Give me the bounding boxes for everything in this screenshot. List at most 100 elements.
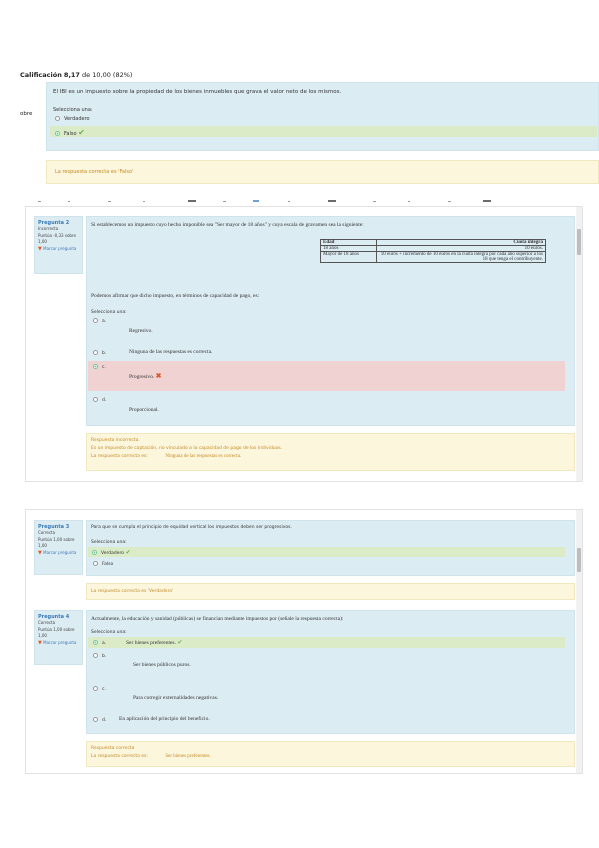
flag-icon: ▼	[38, 549, 42, 556]
option-verdadero[interactable]: Verdadero	[55, 116, 90, 122]
radio-icon[interactable]	[93, 686, 98, 691]
feedback-text: La respuesta correcta es 'Falso'	[55, 169, 134, 175]
option-b[interactable]: b.	[93, 653, 106, 659]
flag-icon: ▼	[38, 639, 42, 646]
option-a-radio-row: a.	[93, 640, 106, 646]
feedback-answer-label: La respuesta correcta es:	[91, 454, 148, 459]
option-c[interactable]: c. Progresivo. ✖	[88, 361, 565, 391]
flag-question-link[interactable]: ▼ Marcar pregunta	[38, 640, 79, 647]
option-letter: c.	[102, 687, 106, 692]
question-3-text: Para que se cumpla el principio de equid…	[91, 525, 292, 530]
flag-label: Marcar pregunta	[43, 245, 77, 251]
option-c-text-row: Progresivo. ✖	[129, 372, 161, 380]
option-falso[interactable]: Falso ✔	[50, 126, 597, 137]
option-d-text: En aplicación del principio del benefici…	[119, 716, 210, 722]
option-d[interactable]: d.	[93, 397, 106, 403]
radio-icon[interactable]	[92, 550, 97, 555]
question-1-content: El IBI es un impuesto sobre la propiedad…	[46, 82, 599, 151]
option-b-text: Ninguna de las respuestas es correcta.	[129, 349, 213, 355]
radio-icon[interactable]	[93, 561, 98, 566]
flag-label: Marcar pregunta	[43, 639, 77, 645]
question-2-score: Puntúa -0,33 sobre 1,00	[38, 232, 76, 245]
radio-icon[interactable]	[55, 116, 60, 121]
select-label: Selecciona una:	[53, 107, 93, 113]
grade-value: 8,17	[63, 71, 80, 79]
option-falso[interactable]: Falso	[93, 561, 113, 567]
question-1-feedback: La respuesta correcta es 'Falso'	[46, 160, 599, 184]
screenshot-question-2: Pregunta 2 Incorrecta Puntúa -0,33 sobre…	[25, 206, 583, 482]
option-letter: b.	[102, 351, 107, 356]
table-row: Mayor de 18 años 10 euros + incremento d…	[320, 251, 546, 263]
select-label: Selecciona una:	[91, 540, 127, 545]
question-3-info: Pregunta 3 Correcta Puntúa 1,00 sobre 1,…	[34, 520, 83, 575]
option-c-text: Progresivo.	[129, 374, 155, 380]
flag-question-link[interactable]: ▼ Marcar pregunta	[38, 550, 79, 557]
option-letter: b.	[102, 654, 107, 659]
scrollbar[interactable]	[576, 207, 582, 481]
scrollbar-thumb[interactable]	[577, 548, 581, 572]
question-4-feedback: Respuesta correcta La respuesta correcta…	[86, 741, 575, 767]
option-letter: d.	[102, 398, 107, 403]
feedback-text: La respuesta correcta es 'Verdadero'	[91, 589, 174, 594]
feedback-line-2: Es un impuesto de captación, no vinculad…	[91, 446, 283, 451]
radio-icon[interactable]	[93, 350, 98, 355]
cropped-toolbar-strip	[38, 200, 491, 202]
check-icon: ✔	[78, 128, 85, 137]
feedback-answer-label: La respuesta correcta es:	[91, 754, 148, 759]
flag-icon: ▼	[38, 245, 42, 252]
question-4-content: Actualmente, la educación y sanidad (púb…	[86, 610, 575, 734]
option-letter: a.	[102, 319, 107, 324]
option-a[interactable]: a.	[93, 318, 106, 324]
option-a[interactable]: a. Ser bienes preferentes. ✔	[88, 637, 565, 648]
check-icon: ✔	[125, 549, 131, 556]
question-3-content: Para que se cumpla el principio de equid…	[86, 520, 575, 576]
option-label: Verdadero	[101, 551, 125, 556]
question-2-info: Pregunta 2 Incorrecta Puntúa -0,33 sobre…	[34, 216, 83, 274]
question-3-score: Puntúa 1,00 sobre 1,00	[38, 536, 75, 549]
select-label: Selecciona una:	[91, 310, 127, 315]
option-b-text: Ser bienes públicos puros.	[133, 662, 191, 668]
radio-icon[interactable]	[93, 364, 98, 369]
table-cell: 10 euros + incremento de 10 euros en la …	[376, 251, 546, 263]
side-label: obre	[20, 111, 33, 117]
radio-icon[interactable]	[93, 653, 98, 658]
option-label: Falso	[64, 131, 77, 137]
question-3-feedback: La respuesta correcta es 'Verdadero'	[86, 583, 575, 600]
tax-scale-table: Edad Cuota íntegra 18 años 10 euros. May…	[320, 239, 546, 263]
cross-icon: ✖	[155, 372, 162, 380]
option-a-text-row: Ser bienes preferentes. ✔	[126, 639, 182, 646]
question-4-info: Pregunta 4 Correcta Puntúa 1,00 sobre 1,…	[34, 610, 83, 665]
question-4-score: Puntúa 1,00 sobre 1,00	[38, 626, 75, 639]
radio-icon[interactable]	[93, 318, 98, 323]
option-c-text: Para corregir externalidades negativas.	[133, 695, 219, 701]
radio-icon[interactable]	[93, 397, 98, 402]
option-b[interactable]: b.	[93, 350, 106, 356]
question-2-text: Si establecemos un impuesto cuyo hecho i…	[91, 222, 364, 228]
radio-icon[interactable]	[55, 131, 60, 136]
option-letter: d.	[102, 718, 107, 723]
radio-icon[interactable]	[93, 717, 98, 722]
flag-label: Marcar pregunta	[43, 549, 77, 555]
question-1-text: El IBI es un impuesto sobre la propiedad…	[53, 89, 342, 95]
option-a-text: Regresivo.	[129, 328, 153, 334]
option-d[interactable]: d.	[93, 717, 106, 723]
feedback-line-3: La respuesta correcta es: Ninguna de las…	[91, 454, 241, 461]
option-c[interactable]: c.	[93, 686, 106, 692]
question-4-text: Actualmente, la educación y sanidad (púb…	[91, 616, 344, 622]
scrollbar[interactable]	[576, 510, 582, 773]
option-c-radio-row: c.	[93, 364, 106, 370]
grade-label: Calificación	[20, 71, 62, 79]
scrollbar-thumb[interactable]	[577, 229, 581, 255]
question-2-content: Si establecemos un impuesto cuyo hecho i…	[86, 216, 575, 426]
option-label: Falso	[102, 562, 114, 567]
radio-icon[interactable]	[93, 640, 98, 645]
grade-summary: Calificación 8,17 de 10,00 (82%)	[20, 71, 132, 79]
option-a-text: Ser bienes preferentes.	[126, 640, 176, 646]
feedback-answer-value: Ninguna de las respuestas es correcta.	[165, 454, 242, 459]
option-letter: c.	[102, 365, 106, 370]
feedback-answer-value: Ser bienes preferentes.	[165, 754, 211, 759]
option-verdadero[interactable]: Verdadero ✔	[88, 547, 565, 557]
feedback-line-1: Respuesta incorrecta.	[91, 438, 140, 443]
flag-question-link[interactable]: ▼ Marcar pregunta	[38, 246, 79, 253]
option-letter: a.	[102, 641, 107, 646]
